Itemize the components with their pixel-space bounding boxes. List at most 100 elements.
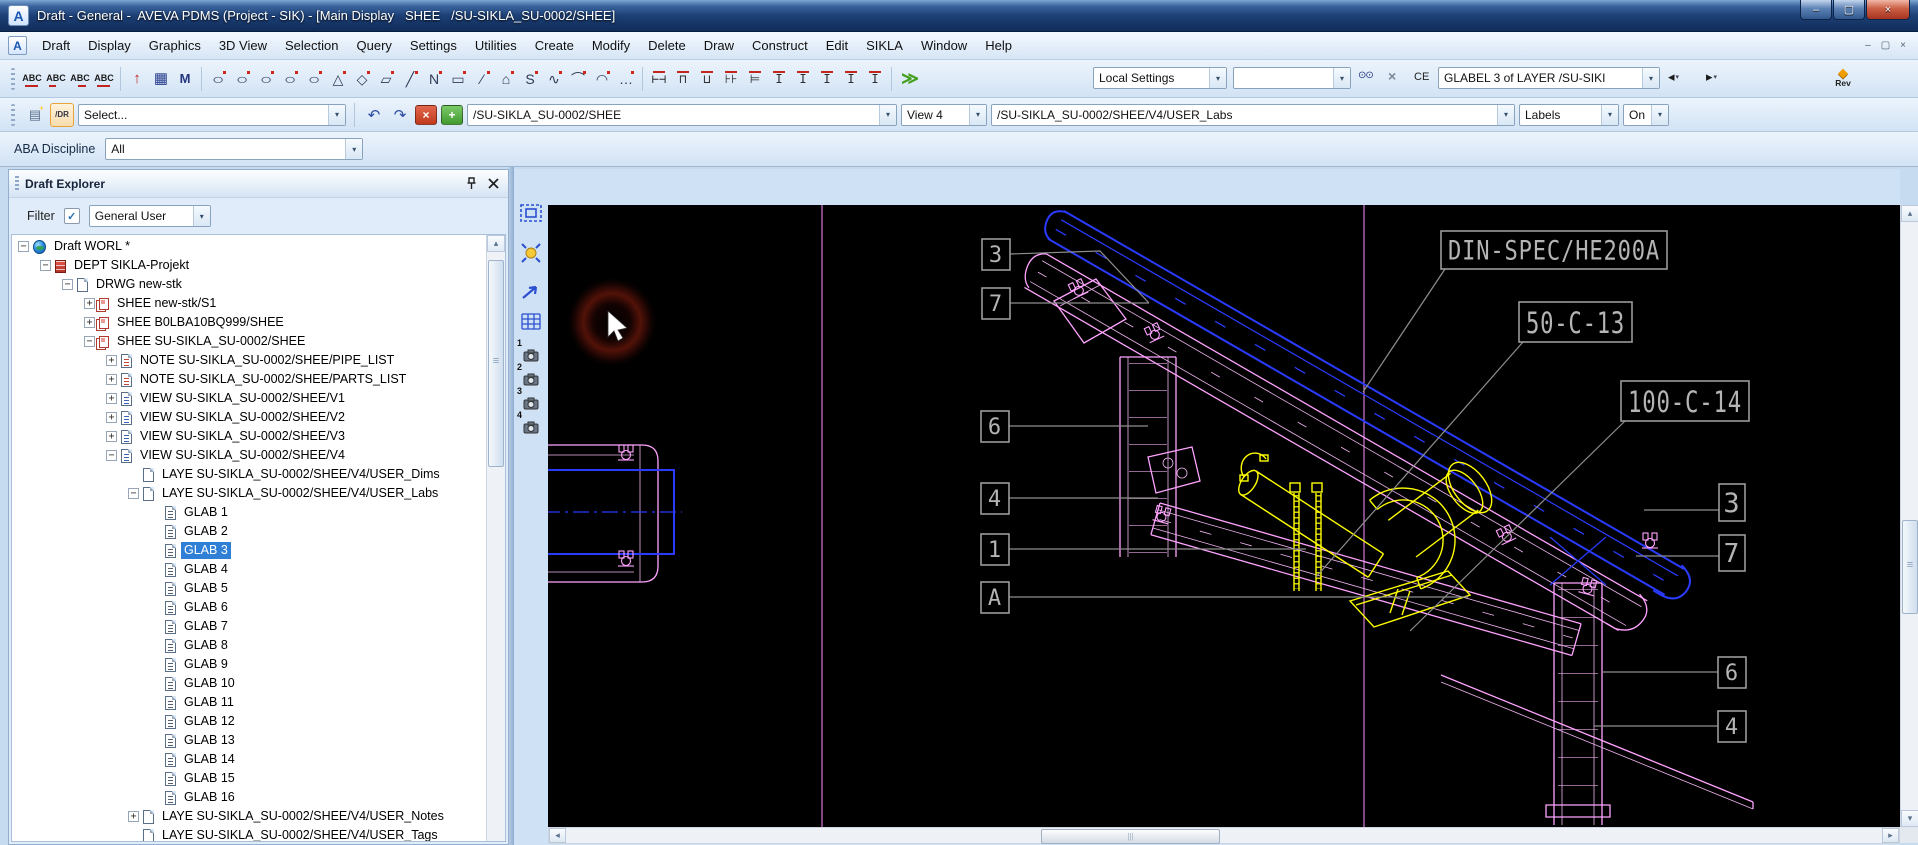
drawing-label[interactable]: 1 [980,533,1306,566]
tree-item[interactable]: −GLAB 3 [12,541,486,560]
tree-item-label[interactable]: DEPT SIKLA-Projekt [71,257,192,274]
mdi-document-icon[interactable]: A [8,36,27,55]
expand-icon[interactable]: + [106,374,117,385]
mdi-close-button[interactable]: × [1900,40,1906,51]
filter-checkbox[interactable]: ✓ [63,208,80,224]
tree-item-label[interactable]: GLAB 12 [181,713,238,730]
menu-create[interactable]: Create [526,34,583,57]
pin-icon[interactable] [462,175,480,193]
collapse-icon[interactable]: − [84,336,95,347]
expand-icon[interactable]: + [84,317,95,328]
dim-axis-2-icon[interactable]: I [791,66,815,92]
symbol-diamond-icon[interactable]: ◇ [350,66,374,92]
tree-item-label[interactable]: NOTE SU-SIKLA_SU-0002/SHEE/PARTS_LIST [137,371,409,388]
select-combo[interactable]: Select... ▾ [78,103,346,126]
expand-icon[interactable]: + [106,431,117,442]
support-post-right[interactable] [1545,536,1611,825]
tree-item-label[interactable]: SHEE B0LBA10BQ999/SHEE [114,314,287,331]
leader-arrow-icon[interactable]: ↑ [125,66,149,92]
draw-polyline-icon[interactable]: N [422,66,446,92]
toolbar-grip[interactable] [11,103,15,126]
tree-item-label[interactable]: GLAB 10 [181,675,238,692]
draw-arc-icon[interactable]: ⌒ [566,66,590,92]
scroll-up-icon[interactable]: ▴ [487,235,505,252]
draw-arc-3pt-icon[interactable]: ◠ [590,66,614,92]
refresh-view-icon[interactable] [518,241,544,265]
tree-item[interactable]: − DEPT SIKLA-Projekt [12,256,486,275]
tree-item[interactable]: −GLAB 16 [12,788,486,807]
menu-construct[interactable]: Construct [743,34,817,57]
find-combo[interactable]: ▾ [1233,67,1351,89]
dim-axis-5-icon[interactable]: I [863,66,887,92]
symbol-rect-icon[interactable]: ▱ [374,66,398,92]
tree-item-label[interactable]: LAYE SU-SIKLA_SU-0002/SHEE/V4/USER_Notes [159,808,447,825]
expand-icon[interactable]: + [106,393,117,404]
scroll-right-icon[interactable]: ▸ [1882,828,1899,843]
clear-find-icon[interactable]: × [1388,68,1396,84]
tree-item-label[interactable]: Draft WORL * [51,238,133,255]
collapse-icon[interactable]: − [106,450,117,461]
close-icon[interactable] [484,175,502,193]
drawing-label[interactable]: 6 [1602,656,1747,689]
tree-item-label[interactable]: GLAB 8 [181,637,231,654]
tree-scrollbar[interactable]: ▴ [486,235,505,841]
menu-3d-view[interactable]: 3D View [210,34,276,57]
tree-item[interactable]: + VIEW SU-SIKLA_SU-0002/SHEE/V2 [12,408,486,427]
symbol-triangle-icon[interactable]: △ [326,66,350,92]
channel-section[interactable] [548,444,659,583]
expand-icon[interactable]: + [128,811,139,822]
tree-item-label[interactable]: VIEW SU-SIKLA_SU-0002/SHEE/V4 [137,447,348,464]
tree-item[interactable]: −GLAB 14 [12,750,486,769]
tree-item-label[interactable]: GLAB 5 [181,580,231,597]
menu-modify[interactable]: Modify [583,34,639,57]
dim-axis-3-icon[interactable]: I [815,66,839,92]
tree-item-label[interactable]: GLAB 1 [181,504,231,521]
canvas-horizontal-scrollbar[interactable]: ◂ ▸ [548,827,1900,844]
menu-draft[interactable]: Draft [33,34,79,57]
tree-item-label[interactable]: GLAB 15 [181,770,238,787]
pipe-clamp-assembly[interactable] [1235,452,1500,628]
annotate-abc-leader-icon[interactable]: ABC [68,66,92,92]
tree-item[interactable]: −GLAB 10 [12,674,486,693]
tree-item[interactable]: −GLAB 11 [12,693,486,712]
dim-axis-4-icon[interactable]: I [839,66,863,92]
discipline-combo[interactable]: All ▾ [105,138,364,160]
clamp-bolts[interactable] [617,277,1659,597]
tree-item-label[interactable]: VIEW SU-SIKLA_SU-0002/SHEE/V3 [137,428,348,445]
tree-item[interactable]: − Draft WORL * [12,237,486,256]
tree-item[interactable]: − DRWG new-stk [12,275,486,294]
tree-item-label[interactable]: GLAB 6 [181,599,231,616]
scroll-up-icon[interactable]: ▴ [1901,205,1918,222]
dim-baseline-icon[interactable]: ⊨ [743,66,767,92]
tree-item[interactable]: + SHEE B0LBA10BQ999/SHEE [12,313,486,332]
menu-window[interactable]: Window [912,34,976,57]
menu-sikla[interactable]: SIKLA [857,34,912,57]
tree-item[interactable]: + SHEE new-stk/S1 [12,294,486,313]
tree-item[interactable]: −GLAB 2 [12,522,486,541]
scrollbar-thumb[interactable] [488,260,504,467]
collapse-icon[interactable]: − [18,241,29,252]
scrollbar-thumb[interactable] [1041,829,1220,844]
drawing-label[interactable]: 7 [981,287,1149,320]
symbol-ellipse-1-icon[interactable]: ○ [206,66,230,92]
annotate-abc-line-icon[interactable]: ABC [44,66,68,92]
tree-item-label[interactable]: LAYE SU-SIKLA_SU-0002/SHEE/V4/USER_Dims [159,466,443,483]
draw-polygon-icon[interactable]: ⌂ [494,66,518,92]
sheet-path-combo[interactable]: /SU-SIKLA_SU-0002/SHEE ▾ [467,103,897,126]
mdi-restore-button[interactable]: ▢ [1881,40,1890,51]
tree-item[interactable]: −GLAB 4 [12,560,486,579]
maximize-button[interactable]: ▢ [1833,0,1865,20]
grid-icon[interactable] [518,309,544,333]
menu-graphics[interactable]: Graphics [140,34,210,57]
menu-query[interactable]: Query [348,34,401,57]
collapse-icon[interactable]: − [62,279,73,290]
tree-item-label[interactable]: VIEW SU-SIKLA_SU-0002/SHEE/V1 [137,390,348,407]
tree-item[interactable]: −GLAB 9 [12,655,486,674]
menu-selection[interactable]: Selection [276,34,347,57]
navigate-forward-button[interactable]: ▸ ▾ [1706,69,1717,85]
tree-item-label[interactable]: VIEW SU-SIKLA_SU-0002/SHEE/V2 [137,409,348,426]
drawing-label[interactable]: 4 [980,482,1158,515]
tree-item-label[interactable]: GLAB 7 [181,618,231,635]
tree-item-label[interactable]: SHEE SU-SIKLA_SU-0002/SHEE [114,333,308,350]
dim-linear-icon[interactable]: ⊢⊣ [647,66,671,92]
